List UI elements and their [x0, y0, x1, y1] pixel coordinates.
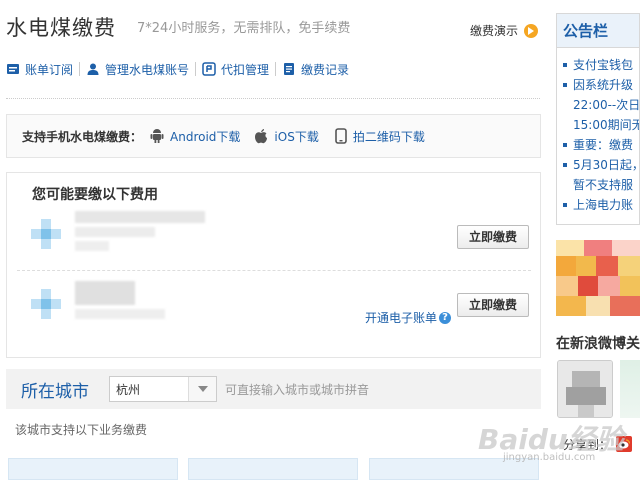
announcement-item-cont: 15:00期间无 [573, 118, 640, 132]
payment-demo-label: 缴费演示 [470, 24, 519, 38]
mobile-support-label: 支持手机水电煤缴费： [22, 129, 143, 144]
ios-download-link[interactable]: iOS下载 [254, 128, 319, 145]
announcement-panel: 公告栏 支付宝钱包 因系统升级 22:00--次日 15:00期间无 重要：缴费… [556, 13, 640, 225]
announcement-title: 公告栏 [557, 14, 639, 48]
announcement-item[interactable]: 支付宝钱包 [563, 55, 639, 75]
qrcode-download-label: 拍二维码下载 [352, 129, 425, 144]
announcement-item[interactable]: 上海电力账 [563, 195, 639, 215]
payment-demo-link[interactable]: 缴费演示 [470, 22, 539, 39]
announcement-item-cont: 22:00--次日 [573, 98, 640, 112]
city-hint: 可直接输入城市或城市拼音 [225, 382, 370, 397]
baidu-watermark-url: jingyan.baidu.com [503, 452, 596, 463]
nav-divider [79, 62, 81, 76]
promo-image [556, 240, 640, 316]
weibo-avatar[interactable] [557, 360, 613, 418]
sub-nav: 账单订阅 管理水电煤账号 代扣管理 缴费记录 [6, 60, 349, 78]
promo-banner[interactable] [556, 240, 640, 316]
help-icon: ? [439, 311, 452, 324]
account-info-redacted [75, 281, 135, 305]
account-info-redacted [75, 227, 155, 237]
announcement-list: 支付宝钱包 因系统升级 22:00--次日 15:00期间无 重要：缴费 5月3… [557, 48, 639, 215]
play-icon [524, 23, 539, 38]
city-combobox[interactable] [109, 376, 217, 402]
city-selector-bar: 所在城市 可直接输入城市或城市拼音 [6, 369, 541, 409]
pay-now-button[interactable]: 立即缴费 [457, 293, 529, 317]
announcement-item-cont: 暂不支持服 [573, 178, 634, 192]
account-info-redacted [75, 241, 109, 251]
service-tile[interactable] [188, 458, 358, 480]
qrcode-download-link[interactable]: 拍二维码下载 [335, 128, 425, 145]
city-label: 所在城市 [21, 381, 89, 402]
bill-icon [6, 62, 20, 76]
utility-icon [31, 289, 61, 319]
pay-now-button[interactable]: 立即缴费 [457, 225, 529, 249]
user-icon [86, 62, 100, 76]
android-icon [150, 129, 164, 143]
android-download-link[interactable]: Android下载 [150, 128, 240, 145]
fee-row: 立即缴费 [25, 197, 529, 269]
service-tile[interactable] [8, 458, 178, 480]
nav-divider [195, 62, 197, 76]
page-subtitle: 7*24小时服务，无需排队，免手续费 [137, 21, 351, 36]
nav-manage-accounts[interactable]: 管理水电煤账号 [86, 61, 189, 78]
nav-label: 账单订阅 [25, 62, 74, 77]
city-input[interactable] [110, 378, 188, 400]
nav-payment-records[interactable]: 缴费记录 [282, 61, 349, 78]
android-download-label: Android下载 [170, 129, 241, 144]
mobile-support-bar: 支持手机水电煤缴费： Android下载 iOS下载 拍二维码下载 [6, 114, 541, 158]
chevron-down-icon[interactable] [188, 377, 216, 401]
ios-download-label: iOS下载 [274, 129, 319, 144]
weibo-avatar-partial [620, 360, 640, 418]
nav-divider [275, 62, 277, 76]
page-title: 水电煤缴费 [6, 16, 116, 40]
weibo-follow-title: 在新浪微博关 [556, 336, 640, 352]
record-icon [282, 62, 296, 76]
announcement-item[interactable]: 重要：缴费 [563, 135, 639, 155]
announcement-item[interactable]: 5月30日起， [563, 155, 639, 175]
utility-icon [31, 219, 61, 249]
open-ebill-label: 开通电子账单 [365, 311, 438, 325]
divider [6, 98, 540, 99]
account-info-redacted [75, 211, 205, 223]
nav-autopay[interactable]: 代扣管理 [202, 61, 269, 78]
pending-fees-panel: 您可能要缴以下费用 立即缴费 开通电子账单 ? 立即缴费 [6, 172, 541, 358]
nav-bill-subscription[interactable]: 账单订阅 [6, 61, 73, 78]
phone-icon [335, 128, 347, 144]
autopay-icon [202, 62, 216, 76]
nav-label: 管理水电煤账号 [105, 62, 190, 77]
nav-label: 代扣管理 [221, 62, 270, 77]
city-services-note: 该城市支持以下业务缴费 [15, 423, 148, 437]
nav-label: 缴费记录 [301, 62, 350, 77]
open-ebill-link[interactable]: 开通电子账单 ? [365, 309, 452, 326]
account-info-redacted [75, 309, 165, 319]
apple-icon [255, 129, 268, 144]
fee-row: 开通电子账单 ? 立即缴费 [25, 271, 529, 343]
announcement-item[interactable]: 因系统升级 [563, 75, 639, 95]
